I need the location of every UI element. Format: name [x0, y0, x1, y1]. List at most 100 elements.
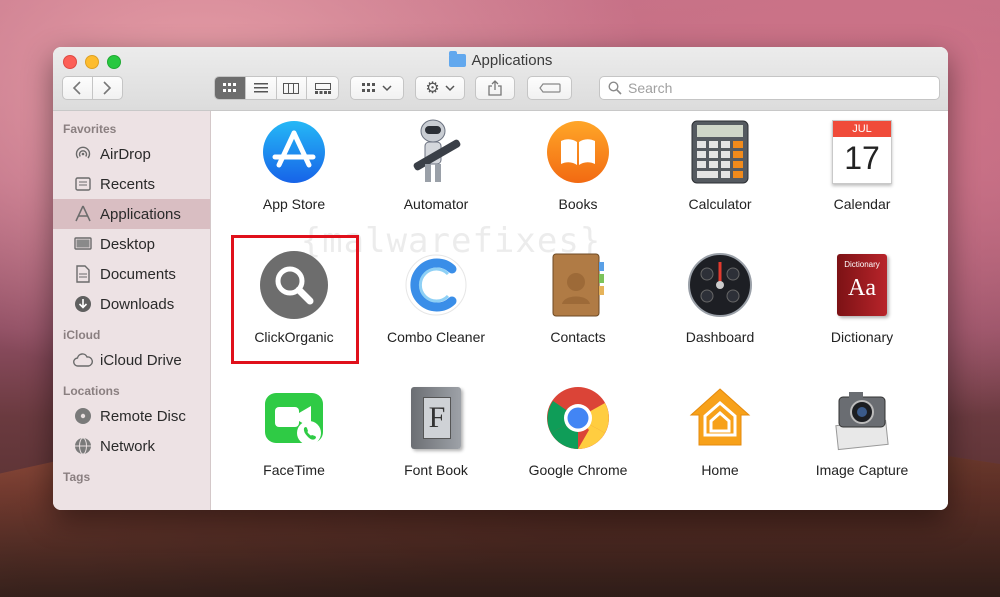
list-view-button[interactable] [246, 77, 277, 99]
nav-buttons [62, 76, 123, 100]
sidebar-item-label: Desktop [100, 235, 156, 253]
gallery-view-button[interactable] [307, 77, 338, 99]
group-by-button[interactable] [350, 76, 404, 100]
app-label: Books [558, 196, 598, 212]
sidebar-item-label: Remote Disc [100, 407, 186, 425]
sidebar-item-label: Documents [100, 265, 176, 283]
chevron-left-icon [73, 81, 81, 95]
chevron-down-icon [382, 85, 392, 92]
app-label: Automator [403, 196, 469, 212]
chevron-down-icon [445, 85, 455, 92]
facetime-icon [259, 383, 329, 453]
sidebar-item-network[interactable]: Network [53, 431, 210, 461]
contacts-icon [543, 250, 613, 320]
tags-button[interactable] [527, 76, 572, 100]
home-icon [685, 383, 755, 453]
columns-icon [283, 82, 300, 94]
grid-icon [362, 83, 375, 92]
font-book-glyph: F [423, 397, 451, 439]
gallery-icon [314, 82, 331, 94]
sidebar-item-airdrop[interactable]: AirDrop [53, 139, 210, 169]
download-icon [73, 295, 93, 313]
clock-icon [73, 175, 93, 193]
sidebar-item-label: Downloads [100, 295, 175, 313]
desktop-icon [73, 235, 93, 253]
app-item-combo-cleaner[interactable]: Combo Cleaner [365, 250, 507, 345]
sidebar-item-icloud-drive[interactable]: iCloud Drive [53, 345, 210, 375]
document-icon [73, 265, 93, 283]
app-label: Dictionary [830, 329, 894, 345]
title-bar: Applications ⚙ Search [53, 47, 948, 111]
sidebar-item-label: Applications [100, 205, 181, 223]
column-view-button[interactable] [277, 77, 308, 99]
sidebar-item-remote-disc[interactable]: Remote Disc [53, 401, 210, 431]
search-placeholder: Search [628, 80, 673, 96]
forward-button[interactable] [93, 77, 122, 99]
dashboard-icon [685, 250, 755, 320]
combo-cleaner-icon [401, 250, 471, 320]
file-browser: {malwarefixes} App Store Automator Books [211, 111, 948, 510]
window-title-label: Applications [471, 52, 553, 69]
app-item-font-book[interactable]: F Font Book [365, 383, 507, 478]
action-button[interactable]: ⚙ [415, 76, 465, 100]
icon-view-button[interactable] [215, 77, 246, 99]
disc-icon [73, 407, 93, 425]
sidebar-item-applications[interactable]: Applications [53, 199, 210, 229]
app-label: App Store [262, 196, 326, 212]
calendar-day: 17 [844, 140, 880, 176]
gear-icon: ⚙ [425, 80, 440, 97]
image-capture-icon [827, 383, 897, 453]
app-item-calculator[interactable]: Calculator [649, 117, 791, 212]
app-item-dashboard[interactable]: Dashboard [649, 250, 791, 345]
toolbar: ⚙ Search [62, 76, 940, 102]
sidebar: Favorites AirDrop Recents Applications D… [53, 111, 211, 510]
app-item-contacts[interactable]: Contacts [507, 250, 649, 345]
app-label: Home [701, 462, 739, 478]
app-label: FaceTime [263, 462, 325, 478]
calendar-month: JUL [833, 121, 891, 137]
app-item-image-capture[interactable]: Image Capture [791, 383, 933, 478]
sidebar-item-label: iCloud Drive [100, 351, 182, 369]
sidebar-item-downloads[interactable]: Downloads [53, 289, 210, 319]
sidebar-item-documents[interactable]: Documents [53, 259, 210, 289]
search-icon [608, 81, 622, 95]
highlight-box [231, 235, 359, 364]
chevron-right-icon [103, 81, 112, 95]
sidebar-item-desktop[interactable]: Desktop [53, 229, 210, 259]
back-button[interactable] [63, 77, 93, 99]
app-item-books[interactable]: Books [507, 117, 649, 212]
sidebar-heading-icloud: iCloud [63, 328, 101, 342]
app-item-app-store[interactable]: App Store [223, 117, 365, 212]
app-item-home[interactable]: Home [649, 383, 791, 478]
chrome-icon [543, 383, 613, 453]
sidebar-heading-tags: Tags [63, 470, 91, 484]
automator-icon [401, 117, 471, 187]
list-icon [253, 83, 268, 93]
app-label: Dashboard [685, 329, 755, 345]
view-mode-segment [214, 76, 339, 100]
folder-icon [448, 51, 466, 67]
app-label: Contacts [550, 329, 606, 345]
sidebar-heading-locations: Locations [63, 384, 120, 398]
sidebar-item-recents[interactable]: Recents [53, 169, 210, 199]
sidebar-heading-favorites: Favorites [63, 122, 117, 136]
books-icon [543, 117, 613, 187]
search-field[interactable]: Search [599, 76, 940, 100]
finder-window: Applications ⚙ Search Favorites AirDrop … [53, 47, 948, 510]
calendar-icon: JUL 17 [827, 117, 897, 187]
app-item-automator[interactable]: Automator [365, 117, 507, 212]
app-item-calendar[interactable]: JUL 17 Calendar [791, 117, 933, 212]
dictionary-cover-small: Dictionary [844, 260, 880, 269]
dictionary-icon: Dictionary Aa [827, 250, 897, 320]
share-icon [488, 80, 502, 96]
window-title: Applications [53, 51, 948, 69]
tag-icon [538, 83, 561, 93]
app-label: Google Chrome [528, 462, 628, 478]
app-label: Calendar [833, 196, 891, 212]
app-label: Calculator [688, 196, 752, 212]
app-item-google-chrome[interactable]: Google Chrome [507, 383, 649, 478]
app-item-facetime[interactable]: FaceTime [223, 383, 365, 478]
sidebar-item-label: AirDrop [100, 145, 151, 163]
share-button[interactable] [475, 76, 515, 100]
app-item-dictionary[interactable]: Dictionary Aa Dictionary [791, 250, 933, 345]
